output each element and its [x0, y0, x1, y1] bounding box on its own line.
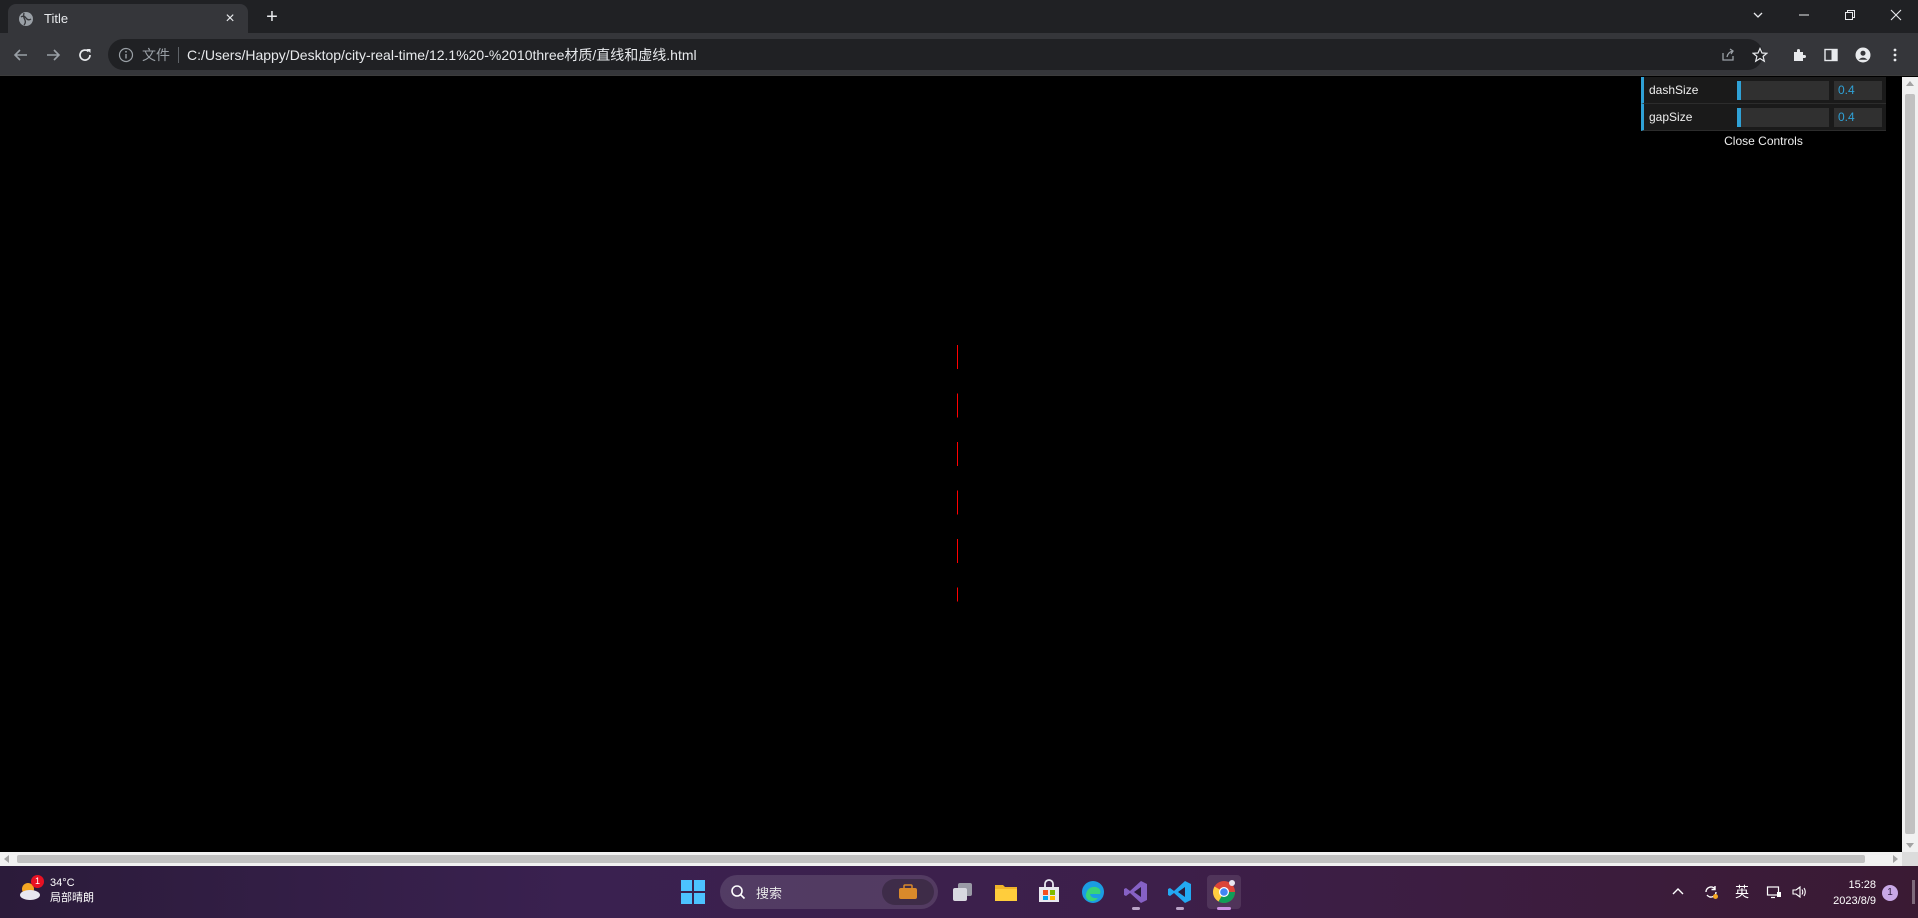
- scheme-label: 文件: [142, 46, 179, 63]
- restore-button[interactable]: [1827, 0, 1873, 30]
- sync-icon: [1705, 886, 1718, 899]
- webgl-canvas[interactable]: dashSize 0.4 gapSize 0.4 Close Controls: [0, 77, 1902, 852]
- tab-title: Title: [44, 11, 69, 26]
- scroll-up-icon[interactable]: [1906, 81, 1914, 86]
- tab-strip: Title × +: [0, 0, 1918, 33]
- search-icon: [731, 885, 746, 900]
- store-icon: [1039, 879, 1059, 902]
- dashed-line: [957, 345, 958, 602]
- gapsize-slider[interactable]: [1737, 107, 1829, 127]
- weather-badge: 1: [31, 875, 44, 888]
- network-tray-button[interactable]: [1762, 878, 1786, 906]
- vertical-scroll-thumb[interactable]: [1905, 94, 1915, 834]
- extensions-button[interactable]: [1785, 41, 1813, 69]
- arrow-left-icon: [13, 49, 27, 61]
- dashsize-slider[interactable]: [1737, 80, 1829, 100]
- chevron-up-icon: [1672, 888, 1684, 895]
- browser-tab[interactable]: Title ×: [8, 4, 248, 33]
- scroll-down-icon[interactable]: [1906, 843, 1914, 848]
- share-icon: [1722, 48, 1734, 61]
- forward-button[interactable]: [39, 41, 67, 69]
- chrome-icon: [1213, 880, 1235, 903]
- address-bar[interactable]: 文件 C:/Users/Happy/Desktop/city-real-time…: [108, 39, 1763, 70]
- tray-overflow-button[interactable]: [1666, 878, 1690, 906]
- active-indicator: [1217, 907, 1231, 910]
- scroll-right-icon[interactable]: [1893, 855, 1898, 863]
- scroll-left-icon[interactable]: [4, 855, 9, 863]
- gui-row-dashsize: dashSize 0.4: [1641, 77, 1886, 104]
- vscode-button[interactable]: [1163, 875, 1197, 910]
- menu-button[interactable]: [1881, 41, 1909, 69]
- taskbar-search[interactable]: 搜索: [720, 875, 938, 909]
- running-indicator: [1132, 907, 1140, 910]
- edge-button[interactable]: [1076, 875, 1110, 909]
- horizontal-scroll-thumb[interactable]: [17, 855, 1865, 863]
- back-button[interactable]: [7, 41, 35, 69]
- url-text[interactable]: C:/Users/Happy/Desktop/city-real-time/12…: [187, 45, 697, 65]
- side-panel-button[interactable]: [1817, 41, 1845, 69]
- scrollbar-corner: [1902, 852, 1918, 866]
- file-explorer-button[interactable]: [989, 875, 1023, 909]
- ime-indicator[interactable]: 英: [1730, 878, 1754, 906]
- task-view-icon: [953, 883, 972, 901]
- visual-studio-button[interactable]: [1119, 875, 1153, 910]
- bookmark-button[interactable]: [1746, 41, 1774, 69]
- visual-studio-icon: [1124, 881, 1147, 903]
- folder-icon: [995, 885, 1017, 901]
- tab-search-icon[interactable]: [1735, 0, 1781, 30]
- task-view-button[interactable]: [946, 875, 980, 909]
- dashsize-input[interactable]: 0.4: [1834, 80, 1882, 100]
- sync-tray-button[interactable]: [1699, 878, 1723, 906]
- star-icon: [1752, 47, 1768, 63]
- search-placeholder: 搜索: [756, 885, 783, 901]
- vscode-icon: [1168, 881, 1191, 903]
- notification-badge[interactable]: 1: [1882, 885, 1898, 901]
- taskbar-clock[interactable]: 15:28 2023/8/9: [1812, 877, 1876, 909]
- microsoft-store-button[interactable]: [1032, 875, 1066, 909]
- tab-close-icon[interactable]: ×: [222, 10, 238, 27]
- volume-tray-button[interactable]: [1787, 878, 1811, 906]
- globe-icon: [19, 11, 33, 26]
- browser-toolbar: 文件 C:/Users/Happy/Desktop/city-real-time…: [0, 33, 1918, 76]
- dashsize-label: dashSize: [1649, 83, 1699, 97]
- reload-button[interactable]: [71, 41, 99, 69]
- running-indicator: [1176, 907, 1184, 910]
- weather-temp: 34°C: [50, 877, 75, 889]
- puzzle-icon: [1794, 49, 1806, 61]
- close-window-button[interactable]: [1873, 0, 1918, 30]
- edge-icon: [1082, 881, 1104, 903]
- horizontal-scrollbar[interactable]: [0, 852, 1902, 866]
- vertical-scrollbar[interactable]: [1902, 77, 1918, 852]
- weather-widget[interactable]: 1 34°C 局部晴朗: [16, 875, 94, 906]
- network-icon: [1766, 886, 1781, 899]
- weather-desc: 局部晴朗: [50, 892, 94, 904]
- kebab-menu-icon: [1893, 48, 1897, 62]
- speaker-icon: [1792, 885, 1806, 899]
- clock-date: 2023/8/9: [1833, 895, 1876, 907]
- gui-row-gapsize: gapSize 0.4: [1641, 104, 1886, 131]
- chrome-button[interactable]: [1207, 875, 1241, 910]
- show-desktop-button[interactable]: [1912, 880, 1915, 904]
- windows-start-icon[interactable]: [680, 879, 706, 905]
- taskbar: 1 34°C 局部晴朗 搜索 英 15:28 2023/8/9 1: [0, 866, 1918, 918]
- minimize-button[interactable]: [1781, 0, 1827, 30]
- weather-icon: 1: [16, 875, 44, 905]
- arrow-right-icon: [47, 49, 61, 61]
- avatar-icon: [1855, 47, 1871, 63]
- new-tab-button[interactable]: +: [260, 6, 284, 30]
- gapsize-input[interactable]: 0.4: [1834, 107, 1882, 127]
- share-button[interactable]: [1714, 41, 1742, 69]
- search-highlight-icon: [882, 879, 934, 905]
- clock-time: 15:28: [1848, 879, 1876, 891]
- gapsize-label: gapSize: [1649, 110, 1693, 124]
- profile-button[interactable]: [1849, 41, 1877, 69]
- reload-icon: [79, 49, 91, 61]
- info-icon[interactable]: [118, 47, 134, 63]
- side-panel-icon: [1824, 48, 1838, 62]
- dat-gui-panel: dashSize 0.4 gapSize 0.4 Close Controls: [1641, 77, 1886, 151]
- close-controls-button[interactable]: Close Controls: [1641, 131, 1886, 151]
